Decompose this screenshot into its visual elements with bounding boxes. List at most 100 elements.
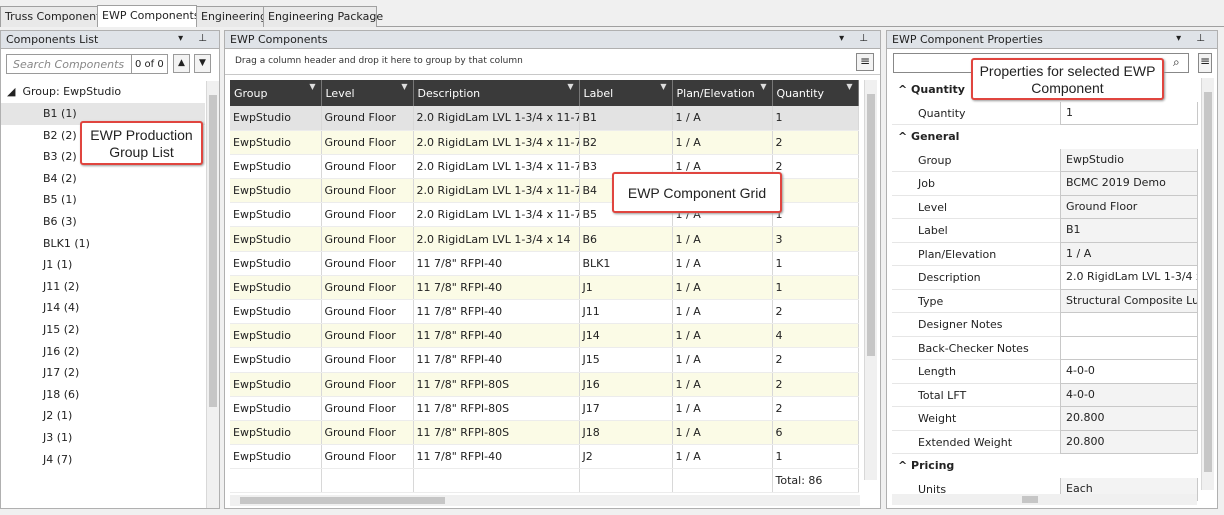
table-row[interactable]: EwpStudio Ground Floor 11 7/8" RFPI-80S J18… [230,420,859,446]
group-by-area[interactable]: Drag a column header and drop it here to… [225,49,880,75]
filter-icon[interactable]: ▼ [760,82,766,91]
panel-title: EWP Component Properties [892,33,1043,46]
property-value[interactable]: 2.0 RigidLam LVL 1-3/4 x 11 [1060,266,1198,290]
table-row[interactable]: EwpStudio Ground Floor 2.0 RigidLam LVL 1-… [230,130,859,155]
tree-item[interactable]: J15 (2) [1,319,205,341]
property-row: Back-Checker Notes [892,336,1198,360]
tree-item[interactable]: J14 (4) [1,297,205,319]
filter-icon[interactable]: ▼ [401,82,407,91]
table-row[interactable]: EwpStudio Ground Floor 11 7/8" RFPI-40 J11 1… [230,299,859,325]
table-cell: 1 [772,202,859,228]
column-header[interactable]: Quantity ▼ [772,80,859,106]
filter-icon[interactable]: ▼ [309,82,315,91]
tree-item[interactable]: J16 (2) [1,341,205,363]
tree-item[interactable]: J18 (6) [1,384,205,406]
scroll-thumb[interactable] [1204,92,1212,472]
next-match-button[interactable]: ▼ [194,54,211,73]
table-cell: 1 / A [672,275,773,301]
table-cell: 2 [772,396,859,421]
column-header[interactable]: Label ▼ [579,80,673,106]
table-cell: 2.0 RigidLam LVL 1-3/4 x 14 [413,226,580,252]
table-row[interactable]: EwpStudio Ground Floor 11 7/8" RFPI-40 J1 1 … [230,275,859,301]
search-input[interactable]: Search Components [6,54,132,74]
column-header[interactable]: Description ▼ [413,80,580,106]
scroll-thumb[interactable] [240,497,445,504]
pin-icon[interactable]: ▾ ⊥ [839,33,874,44]
table-cell: BLK1 [579,251,673,276]
tree-item[interactable]: J3 (1) [1,427,205,449]
table-row[interactable]: EwpStudio Ground Floor 11 7/8" RFPI-40 BLK1… [230,251,859,276]
callout-properties: Properties for selected EWP Component [971,58,1164,100]
property-value[interactable] [1060,336,1198,360]
tree-item[interactable]: J17 (2) [1,362,205,384]
table-row[interactable]: EwpStudio Ground Floor 11 7/8" RFPI-80S J17… [230,396,859,421]
table-cell: Ground Floor [321,347,414,373]
grid-menu-button[interactable]: ≡ [856,53,874,71]
table-cell: Ground Floor [321,202,414,228]
pin-icon[interactable]: ▾ ⊥ [178,33,213,44]
table-cell: 11 7/8" RFPI-40 [413,251,580,276]
table-row[interactable]: EwpStudio Ground Floor 11 7/8" RFPI-40 J2 1 … [230,444,859,470]
group-hint-text: Drag a column header and drop it here to… [235,56,523,66]
tree-group-node[interactable]: ◢ Group: EwpStudio [1,81,205,103]
property-category[interactable]: ^ Pricing [892,454,1198,478]
callout-group-list: EWP Production Group List [80,121,203,165]
property-value[interactable]: 1 [1060,101,1198,125]
collapse-icon[interactable]: ^ [898,130,911,143]
property-value: BCMC 2019 Demo [1060,172,1198,196]
tree-group-label: Group: EwpStudio [22,85,122,98]
previous-match-button[interactable]: ▲ [173,54,190,73]
filter-icon[interactable]: ▼ [567,82,573,91]
filter-icon[interactable]: ▼ [846,82,852,91]
tree-item[interactable]: B5 (1) [1,189,205,211]
tree-item[interactable]: J11 (2) [1,276,205,298]
column-header[interactable]: Group ▼ [230,80,322,106]
scroll-thumb[interactable] [1022,496,1038,503]
property-name: Quantity [892,102,1060,125]
match-count: 0 of 0 [132,54,168,74]
grid-vertical-scrollbar[interactable] [864,80,877,480]
table-cell: 2.0 RigidLam LVL 1-3/4 x 11-7/8 [413,106,580,131]
table-row[interactable]: EwpStudio Ground Floor 11 7/8" RFPI-80S J16… [230,372,859,397]
table-row[interactable]: EwpStudio Ground Floor 11 7/8" RFPI-40 J14 1… [230,323,859,349]
search-icon[interactable]: ⌕ [1173,55,1180,70]
table-row[interactable]: EwpStudio Ground Floor 11 7/8" RFPI-40 J15 1… [230,347,859,373]
filter-icon[interactable]: ▼ [660,82,666,91]
column-header[interactable]: Plan/Elevation ▼ [672,80,773,106]
table-row[interactable]: EwpStudio Ground Floor 2.0 RigidLam LVL 1-… [230,226,859,252]
tree-item[interactable]: J2 (1) [1,405,205,427]
tree-item[interactable]: J1 (1) [1,254,205,276]
tab-ewp-components[interactable]: EWP Components [97,5,200,27]
properties-vertical-scrollbar[interactable] [1201,78,1214,490]
property-category[interactable]: ^ General [892,125,1198,149]
properties-horizontal-scrollbar[interactable] [892,494,1197,505]
tree-item[interactable]: J4 (7) [1,449,205,471]
scroll-thumb[interactable] [209,95,217,407]
property-menu-button[interactable]: ≡ [1198,53,1212,73]
property-value[interactable] [1060,313,1198,337]
tree-item[interactable]: B6 (3) [1,211,205,233]
property-value[interactable]: 4-0-0 [1060,360,1198,384]
scroll-thumb[interactable] [867,94,875,356]
column-header[interactable]: Level ▼ [321,80,414,106]
tab-bar: Truss Components EWP Components Engineer… [0,0,1224,27]
pin-icon[interactable]: ▾ ⊥ [1176,33,1211,44]
collapse-icon[interactable]: ^ [898,459,911,472]
tree-item[interactable]: B4 (2) [1,168,205,190]
table-cell: 1 / A [672,396,773,421]
collapse-icon[interactable]: ^ [898,83,911,96]
tab-truss-components[interactable]: Truss Components [0,6,106,27]
column-header-label: Plan/Elevation [676,86,755,100]
table-cell: 1 [772,251,859,276]
table-cell: 1 / A [672,226,773,252]
tree-item[interactable]: BLK1 (1) [1,233,205,255]
table-row[interactable]: EwpStudio Ground Floor 2.0 RigidLam LVL 1-… [230,106,859,131]
vertical-scrollbar[interactable] [206,81,219,508]
collapse-icon[interactable]: ◢ [7,85,15,98]
property-name: Group [892,149,1060,172]
property-value: 20.800 [1060,407,1198,431]
tab-engineering[interactable]: Engineering [196,6,267,27]
tab-engineering-package[interactable]: Engineering Package [263,6,383,27]
grid-horizontal-scrollbar[interactable] [230,495,860,506]
table-cell: EwpStudio [230,420,322,446]
